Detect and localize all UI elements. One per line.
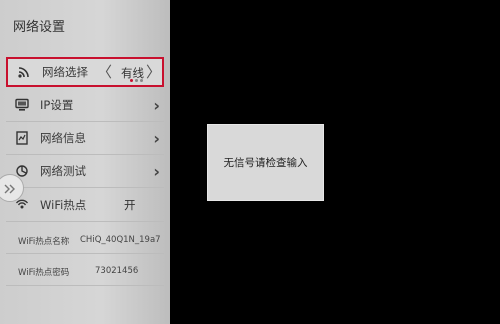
option-page-dots xyxy=(130,79,143,82)
previous-option-arrow[interactable]: 〈 xyxy=(97,61,112,82)
monitor-icon xyxy=(14,97,30,113)
next-option-arrow[interactable]: 〉 xyxy=(146,61,161,82)
ip-settings-row[interactable]: IP设置 › xyxy=(6,92,164,118)
network-select-label: 网络选择 xyxy=(42,65,88,79)
network-test-label: 网络测试 xyxy=(40,164,86,178)
double-chevron-right-icon xyxy=(3,179,17,198)
wifi-hotspot-state[interactable]: 开 xyxy=(124,197,136,213)
hotspot-name-value: CHiQ_40Q1N_19a7 xyxy=(80,235,161,245)
chevron-right-icon: › xyxy=(153,128,160,148)
hotspot-password-label: WiFi热点密码 xyxy=(18,268,70,278)
hotspot-password-value: 73021456 xyxy=(95,266,139,276)
no-signal-message: 无信号请检查输入 xyxy=(223,157,308,169)
network-info-row[interactable]: 网络信息 › xyxy=(6,125,164,151)
panel-title: 网络设置 xyxy=(13,20,66,35)
wifi-hotspot-label: WiFi热点 xyxy=(40,198,87,212)
network-test-row[interactable]: 网络测试 › xyxy=(6,158,164,184)
divider xyxy=(6,285,164,286)
chevron-right-icon: › xyxy=(153,161,160,181)
divider xyxy=(6,154,164,155)
divider xyxy=(6,187,164,188)
divider xyxy=(6,221,164,222)
chevron-right-icon: › xyxy=(153,95,160,115)
hotspot-name-label: WiFi热点名称 xyxy=(18,237,70,247)
network-select-row[interactable]: 网络选择 〈 有线 〉 xyxy=(6,57,164,87)
document-icon xyxy=(14,130,30,146)
network-info-label: 网络信息 xyxy=(40,131,86,145)
ip-settings-label: IP设置 xyxy=(40,98,74,112)
divider xyxy=(6,121,164,122)
network-settings-panel: 网络设置 网络选择 〈 有线 〉 IP设置 › 网络信息 › 网络测试 › Wi… xyxy=(0,0,170,324)
no-signal-dialog: 无信号请检查输入 xyxy=(207,124,324,201)
wifi-icon xyxy=(16,64,32,80)
divider xyxy=(6,253,164,254)
wifi-hotspot-row[interactable]: WiFi热点 开 xyxy=(6,192,164,218)
